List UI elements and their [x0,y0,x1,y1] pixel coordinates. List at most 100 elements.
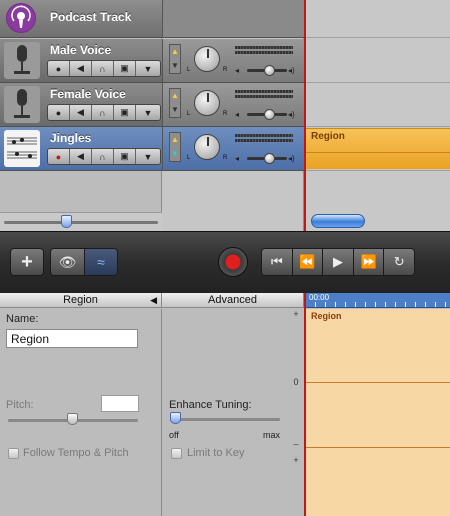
volume-slider-thumb[interactable] [264,65,275,76]
volume-high-icon: ◂) [288,154,295,163]
chevron-down-icon[interactable]: ▼ [136,105,160,120]
rewind-icon[interactable]: ⏪ [292,249,324,275]
microphone-icon [4,86,40,123]
editor-region-lane[interactable]: Region [305,309,450,516]
plus-icon: + [21,250,33,273]
track-name: Podcast Track [50,10,132,24]
region-waveform-line [306,152,450,153]
lock-icon[interactable]: ▣ [114,149,136,164]
track-header[interactable]: Male Voice ● ◀ ∩ ▣ ▼ [0,39,162,83]
tracks-area: Podcast Track Male Voice ● ◀ ∩ ▣ ▼ ▲ ▼ L … [0,0,450,231]
zoom-slider-area [0,212,162,231]
instrument-monitor-toggle[interactable]: ▲ ▼ [169,88,181,118]
track-controls: ● ◀ ∩ ▣ ▼ [47,148,161,165]
advanced-tab-label: Advanced [208,294,257,306]
loop-icon[interactable]: ↻ [384,249,414,275]
follow-tempo-checkbox[interactable] [8,448,19,459]
region-tab[interactable]: Region ◀ [0,293,162,308]
region-name-field[interactable]: Region [6,329,138,348]
go-to-start-icon[interactable]: ⏮ [262,249,293,275]
playback-controls: ⏮ ⏪ ▶ ⏩ ↻ [261,248,415,276]
podcast-icon [6,3,36,33]
right-label: R [223,155,228,161]
track-podcast[interactable]: Podcast Track [0,0,450,44]
pitch-value-field[interactable] [101,395,139,412]
lock-icon[interactable]: ▣ [114,61,136,76]
track-mixer [162,0,304,38]
instrument-monitor-toggle[interactable]: ▲ ▼ [169,44,181,74]
play-icon[interactable]: ▶ [323,249,354,275]
instrument-monitor-toggle[interactable]: ▲ ▼ [169,132,181,162]
track-name: Male Voice [50,43,112,57]
headphones-icon[interactable]: ∩ [92,105,114,120]
track-header[interactable]: Podcast Track [0,0,162,38]
left-label: L [187,111,191,117]
lock-icon[interactable]: ▣ [114,105,136,120]
level-meter [235,134,293,137]
track-mixer: ▲ ▼ L R ◂ ◂) [162,127,304,171]
headphones-icon[interactable]: ∩ [92,149,114,164]
editor-ruler[interactable]: 00:00 [305,293,450,308]
lower-line [305,447,450,448]
track-male-voice[interactable]: Male Voice ● ◀ ∩ ▣ ▼ ▲ ▼ L R ◂ ◂) [0,39,450,83]
collapse-arrow-icon[interactable]: ◀ [150,293,157,308]
track-header[interactable]: Jingles ● ◀ ∩ ▣ ▼ [0,127,162,171]
ruler-time: 00:00 [309,293,330,302]
track-jingles[interactable]: Jingles ● ◀ ∩ ▣ ▼ ▲ ▼ L R ◂ ◂) Region [0,127,450,171]
limit-to-key-checkbox[interactable] [171,448,182,459]
follow-tempo-label: Follow Tempo & Pitch [23,447,129,459]
playhead[interactable] [304,0,306,231]
mute-icon[interactable]: ◀ [70,61,92,76]
track-mixer: ▲ ▼ L R ◂ ◂) [162,83,304,127]
region-tab-label: Region [63,294,98,306]
chevron-down-icon[interactable]: ▼ [136,149,160,164]
view-toggle-group: 👁 ≈ [50,248,118,276]
volume-slider-thumb[interactable] [264,109,275,120]
track-lane[interactable] [305,83,450,127]
track-lane[interactable] [305,39,450,83]
headphones-icon[interactable]: ∩ [92,61,114,76]
pan-knob[interactable] [194,46,220,72]
mute-icon[interactable]: ◀ [70,105,92,120]
mute-icon[interactable]: ◀ [70,149,92,164]
record-button[interactable] [218,247,248,277]
add-track-button[interactable]: + [10,248,44,276]
volume-low-icon: ◂ [235,154,240,163]
fast-forward-icon[interactable]: ⏩ [353,249,385,275]
pan-knob[interactable] [194,134,220,160]
volume-low-icon: ◂ [235,110,240,119]
record-enable-icon[interactable]: ● [48,149,70,164]
pan-knob[interactable] [194,90,220,116]
advanced-tab[interactable]: Advanced [162,293,304,308]
track-header[interactable]: Female Voice ● ◀ ∩ ▣ ▼ [0,83,162,127]
region-label: Region [311,131,345,142]
left-label: L [187,155,191,161]
enhance-tuning-slider-thumb[interactable] [170,412,181,424]
record-enable-icon[interactable]: ● [48,105,70,120]
scale-plus-bottom: + [293,455,299,465]
name-label: Name: [6,313,39,325]
chevron-down-icon[interactable]: ▼ [136,61,160,76]
microphone-icon [4,42,40,79]
horizontal-scrollbar[interactable] [311,214,365,228]
volume-slider-thumb[interactable] [264,153,275,164]
jingles-region[interactable]: Region [306,128,450,169]
sheet-music-icon [4,130,40,167]
limit-to-key-label: Limit to Key [187,447,245,459]
zoom-slider-thumb[interactable] [61,215,72,228]
waveform-editor-icon[interactable]: ≈ [83,249,117,275]
level-meter [235,51,293,54]
scale-plus-top: + [293,309,299,319]
eye-icon[interactable]: 👁 [51,249,84,275]
track-editor: Region ◀ Advanced 00:00 Name: Pitch: Fol… [0,293,450,516]
zoom-slider[interactable] [4,221,158,224]
zero-line [305,382,450,383]
pitch-slider-thumb[interactable] [67,413,78,425]
enhance-tuning-slider[interactable] [170,418,280,421]
scale-zero: 0 [293,377,299,387]
record-enable-icon[interactable]: ● [48,61,70,76]
volume-low-icon: ◂ [235,66,240,75]
editor-playhead[interactable] [304,293,306,516]
track-lane[interactable] [305,0,450,38]
track-female-voice[interactable]: Female Voice ● ◀ ∩ ▣ ▼ ▲ ▼ L R ◂ ◂) [0,83,450,127]
